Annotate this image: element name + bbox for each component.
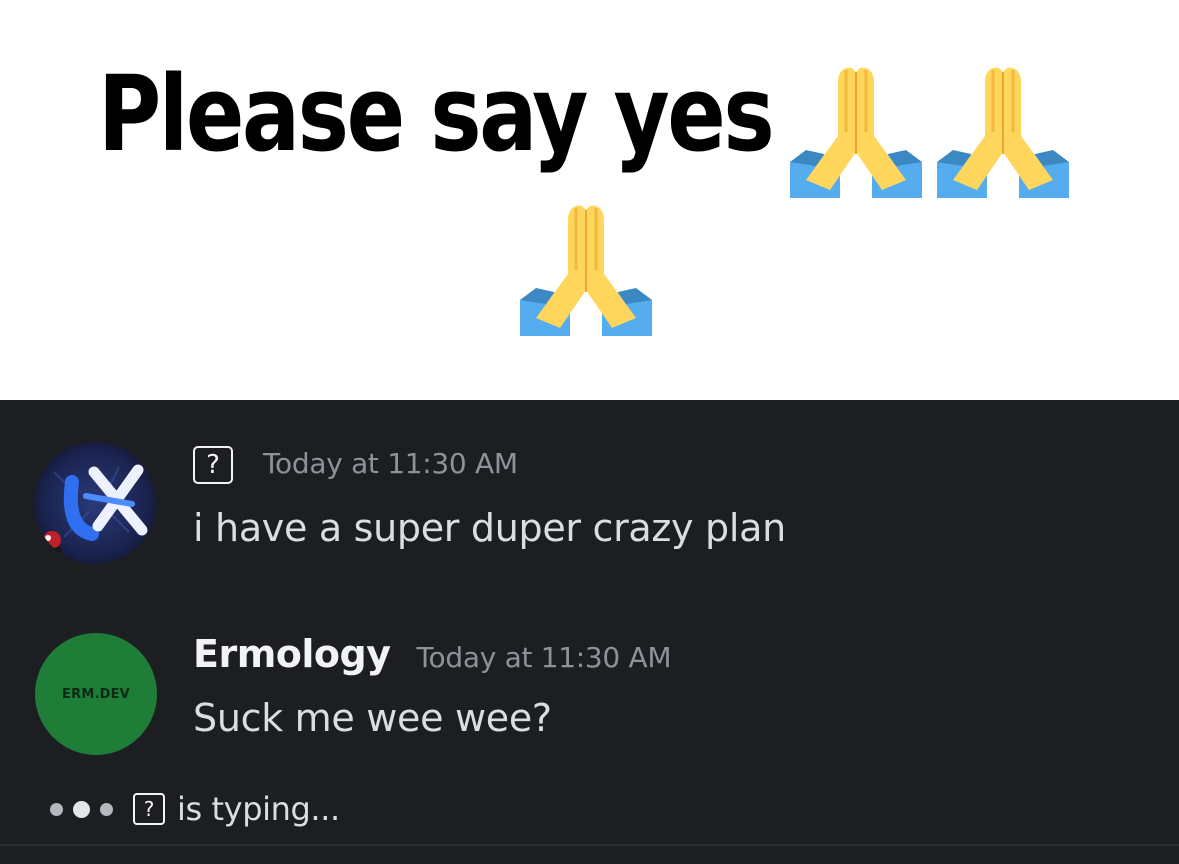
folded-hands-icon bbox=[516, 200, 656, 340]
message-timestamp: Today at 11:30 AM bbox=[416, 641, 672, 674]
folded-hands-icon bbox=[933, 62, 1073, 202]
message-text: Suck me wee wee? bbox=[193, 696, 552, 740]
typing-dot bbox=[50, 802, 63, 816]
avatar[interactable] bbox=[34, 442, 156, 564]
typing-indicator: ? is typing... bbox=[50, 790, 340, 828]
caption-text: Please say yes bbox=[98, 53, 775, 175]
username[interactable]: Ermology bbox=[193, 632, 391, 676]
message-timestamp: Today at 11:30 AM bbox=[263, 447, 518, 480]
folded-hands-icon bbox=[786, 62, 926, 202]
blue-x-logo-icon bbox=[34, 442, 156, 564]
divider bbox=[0, 844, 1179, 846]
typing-text: is typing... bbox=[177, 790, 340, 828]
typing-dot bbox=[73, 800, 90, 818]
message-text: i have a super duper crazy plan bbox=[193, 506, 786, 550]
message-header: Ermology Today at 11:30 AM bbox=[193, 632, 672, 676]
typing-dot bbox=[100, 802, 113, 816]
chat-panel: ? Today at 11:30 AM i have a super duper… bbox=[0, 400, 1179, 864]
avatar-logo-text: ERM.DEV bbox=[62, 686, 130, 702]
unknown-username-glyph[interactable]: ? bbox=[193, 446, 233, 484]
unknown-username-glyph: ? bbox=[133, 793, 165, 825]
avatar[interactable]: ERM.DEV bbox=[35, 633, 157, 755]
meme-caption-area: Please say yes bbox=[0, 0, 1179, 400]
message-header: ? Today at 11:30 AM bbox=[193, 446, 518, 484]
